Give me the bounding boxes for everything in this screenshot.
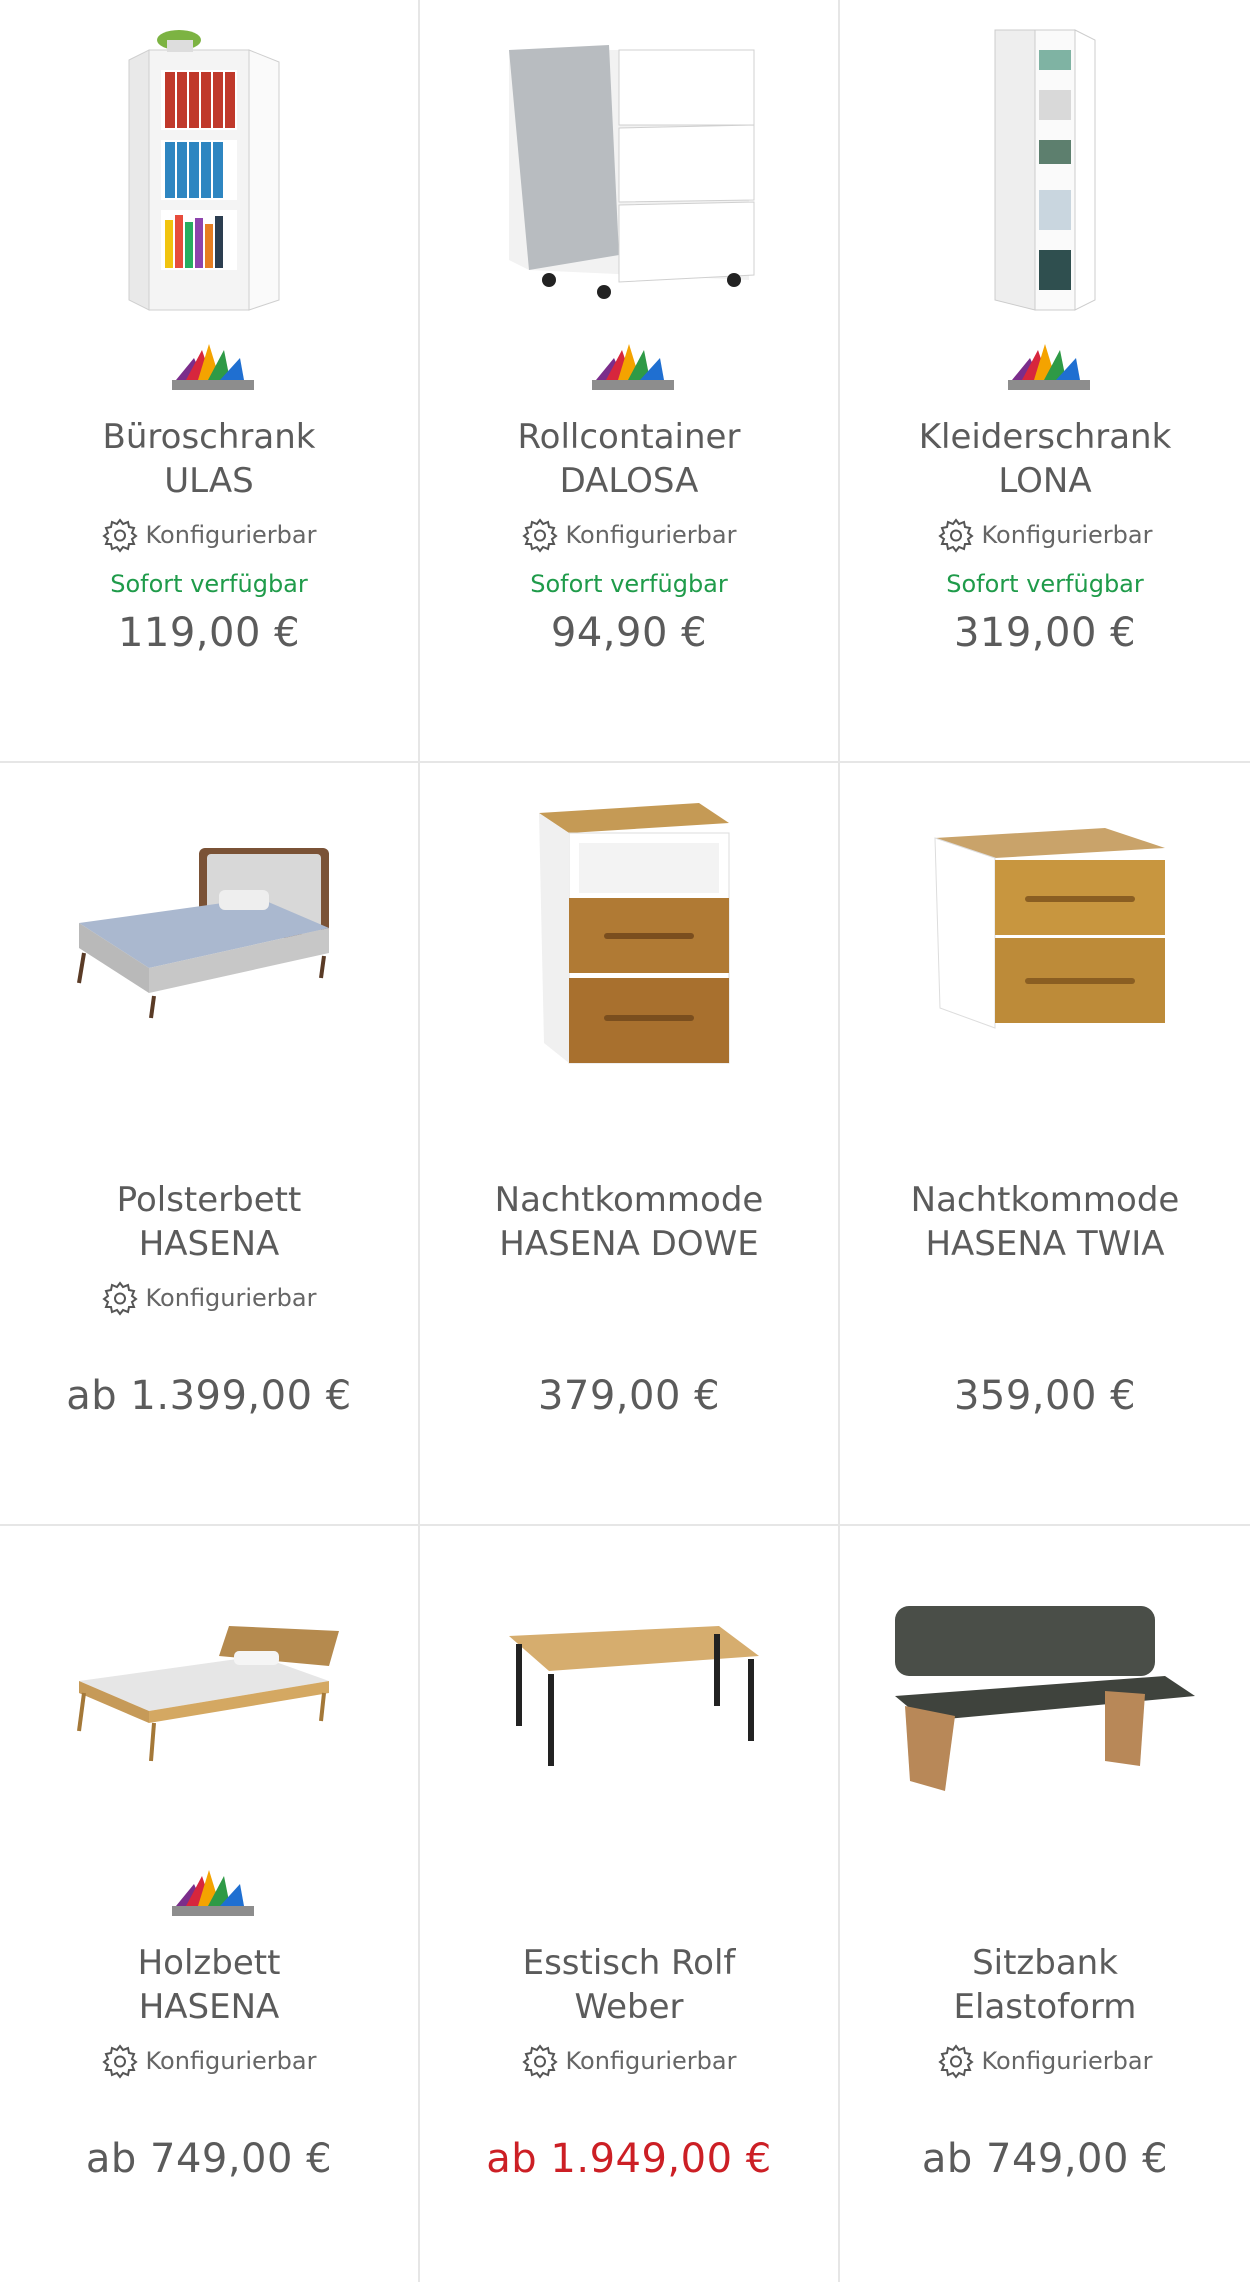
product-title[interactable]: Sitzbank Elastoform <box>840 1941 1250 2029</box>
product-price: 119,00 € <box>117 610 301 656</box>
product-title-line2: HASENA <box>138 1224 280 1264</box>
product-title-line2: ULAS <box>164 461 254 501</box>
product-image[interactable] <box>840 0 1250 330</box>
product-title-line1: Sitzbank <box>972 1943 1118 1983</box>
product-price: ab 1.949,00 € <box>486 2136 772 2182</box>
product-price: ab 749,00 € <box>85 2136 333 2182</box>
product-title-line1: Nachtkommode <box>494 1180 764 1220</box>
product-card[interactable]: Büroschrank ULAS Konfigurierbar Sofort v… <box>0 0 418 761</box>
gear-icon <box>101 2044 138 2079</box>
product-title-line1: Büroschrank <box>102 417 316 457</box>
product-title-line2: Weber <box>574 1987 684 2027</box>
product-title[interactable]: Kleiderschrank LONA <box>840 415 1250 503</box>
product-price: 94,90 € <box>550 610 708 656</box>
configurable-text: Konfigurierbar <box>565 2047 737 2075</box>
product-title-line1: Kleiderschrank <box>918 417 1172 457</box>
product-image[interactable] <box>840 1526 1250 1856</box>
configurable-label: Konfigurierbar <box>420 517 838 553</box>
product-card[interactable]: Polsterbett HASENA Konfigurierbar ab 1.3… <box>0 763 418 1524</box>
product-title[interactable]: Polsterbett HASENA <box>0 1178 418 1266</box>
product-title-line1: Esstisch Rolf <box>522 1943 736 1983</box>
availability-label: Sofort verfügbar <box>946 570 1144 598</box>
gear-icon <box>101 1281 138 1316</box>
color-options-icon <box>172 344 254 390</box>
product-card[interactable]: Holzbett HASENA Konfigurierbar ab 749,00… <box>0 1526 418 2282</box>
configurable-label: Konfigurierbar <box>840 2043 1250 2079</box>
configurable-text: Konfigurierbar <box>145 2047 317 2075</box>
product-title-line2: LONA <box>998 461 1092 501</box>
product-title[interactable]: Nachtkommode HASENA DOWE <box>420 1178 838 1266</box>
color-options-icon <box>1008 344 1090 390</box>
configurable-text: Konfigurierbar <box>565 521 737 549</box>
configurable-label: Konfigurierbar <box>0 1280 418 1316</box>
product-card[interactable]: Sitzbank Elastoform Konfigurierbar ab 74… <box>840 1526 1250 2282</box>
configurable-text: Konfigurierbar <box>145 1284 317 1312</box>
product-title[interactable]: Holzbett HASENA <box>0 1941 418 2029</box>
product-image[interactable] <box>420 0 838 330</box>
gear-icon <box>101 518 138 553</box>
product-price: ab 1.399,00 € <box>66 1373 352 1419</box>
gear-icon <box>937 518 974 553</box>
configurable-text: Konfigurierbar <box>981 521 1153 549</box>
product-title[interactable]: Esstisch Rolf Weber <box>420 1941 838 2029</box>
product-image[interactable] <box>0 0 418 330</box>
product-image[interactable] <box>0 763 418 1093</box>
configurable-label: Konfigurierbar <box>0 517 418 553</box>
gear-icon <box>521 2044 558 2079</box>
product-title-line1: Rollcontainer <box>517 417 741 457</box>
configurable-text: Konfigurierbar <box>145 521 317 549</box>
product-price: 359,00 € <box>953 1373 1137 1419</box>
product-title[interactable]: Rollcontainer DALOSA <box>420 415 838 503</box>
product-image[interactable] <box>0 1526 418 1856</box>
configurable-label: Konfigurierbar <box>420 2043 838 2079</box>
product-card[interactable]: Nachtkommode HASENA TWIA 359,00 € <box>840 763 1250 1524</box>
product-title-line2: HASENA DOWE <box>499 1224 759 1264</box>
product-title[interactable]: Nachtkommode HASENA TWIA <box>840 1178 1250 1266</box>
product-card[interactable]: Rollcontainer DALOSA Konfigurierbar Sofo… <box>420 0 838 761</box>
product-title-line2: HASENA TWIA <box>925 1224 1165 1264</box>
product-title-line1: Nachtkommode <box>910 1180 1180 1220</box>
product-title-line2: Elastoform <box>953 1987 1137 2027</box>
availability-label: Sofort verfügbar <box>530 570 728 598</box>
color-options-icon <box>592 344 674 390</box>
gear-icon <box>937 2044 974 2079</box>
product-image[interactable] <box>420 763 838 1093</box>
product-card[interactable]: Nachtkommode HASENA DOWE 379,00 € <box>420 763 838 1524</box>
gear-icon <box>521 518 558 553</box>
product-image[interactable] <box>420 1526 838 1856</box>
product-price: 379,00 € <box>537 1373 721 1419</box>
configurable-label: Konfigurierbar <box>0 2043 418 2079</box>
color-options-icon <box>172 1870 254 1916</box>
product-title-line2: HASENA <box>138 1987 280 2027</box>
configurable-label: Konfigurierbar <box>840 517 1250 553</box>
product-card[interactable]: Kleiderschrank LONA Konfigurierbar Sofor… <box>840 0 1250 761</box>
product-title-line2: DALOSA <box>559 461 699 501</box>
product-grid: Büroschrank ULAS Konfigurierbar Sofort v… <box>0 0 1250 2282</box>
product-title-line1: Polsterbett <box>116 1180 302 1220</box>
product-price: 319,00 € <box>953 610 1137 656</box>
product-title[interactable]: Büroschrank ULAS <box>0 415 418 503</box>
product-card[interactable]: Esstisch Rolf Weber Konfigurierbar ab 1.… <box>420 1526 838 2282</box>
product-price: ab 749,00 € <box>921 2136 1169 2182</box>
product-image[interactable] <box>840 763 1250 1093</box>
configurable-text: Konfigurierbar <box>981 2047 1153 2075</box>
availability-label: Sofort verfügbar <box>110 570 308 598</box>
product-title-line1: Holzbett <box>137 1943 281 1983</box>
